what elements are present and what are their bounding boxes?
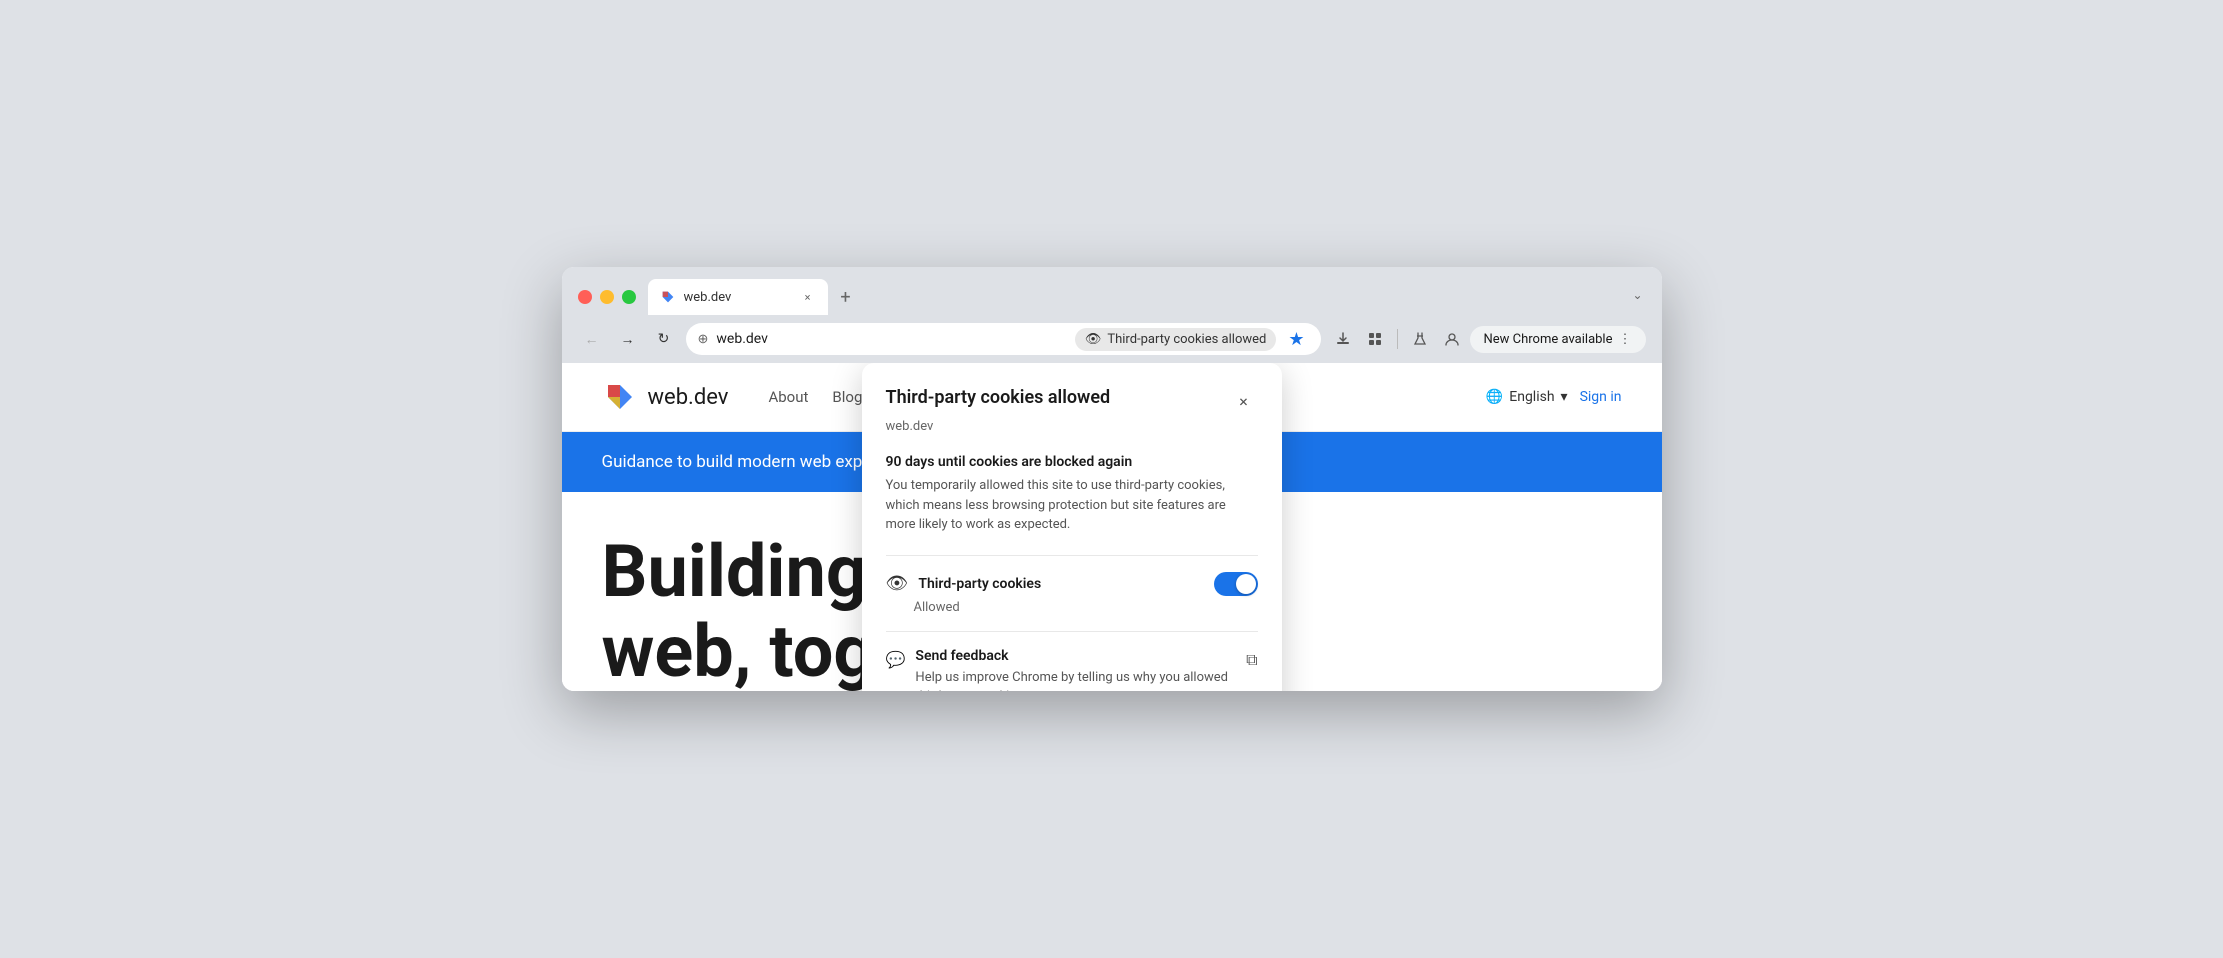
nav-blog[interactable]: Blog [832, 388, 862, 406]
popup-header: Third-party cookies allowed × [886, 387, 1258, 415]
feedback-row: 💬 Send feedback Help us improve Chrome b… [886, 648, 1258, 691]
maximize-window-button[interactable] [622, 290, 636, 304]
tab-favicon [660, 289, 676, 305]
sign-in-button[interactable]: Sign in [1580, 389, 1622, 405]
extensions-button[interactable] [1361, 325, 1389, 353]
close-window-button[interactable] [578, 290, 592, 304]
feedback-text: Help us improve Chrome by telling us why… [915, 668, 1246, 691]
language-button[interactable]: 🌐 English ▾ [1486, 389, 1568, 405]
language-label: English [1509, 389, 1554, 405]
address-bar[interactable]: ⊕ web.dev 👁 Third-party cookies allowed … [686, 323, 1321, 355]
back-button[interactable]: ← [578, 325, 606, 353]
nav-about[interactable]: About [768, 388, 808, 406]
browser-menu-chevron[interactable]: ⌄ [1630, 287, 1646, 303]
labs-button[interactable] [1406, 325, 1434, 353]
download-button[interactable] [1329, 325, 1357, 353]
toggle-sublabel: Allowed [914, 600, 1258, 615]
feedback-chat-icon: 💬 [886, 650, 906, 669]
cookies-badge-button[interactable]: 👁 Third-party cookies allowed [1075, 328, 1277, 351]
popup-domain: web.dev [886, 419, 1258, 434]
globe-icon: 🌐 [1486, 389, 1503, 405]
nav-right-controls: New Chrome available ⋮ [1329, 325, 1646, 353]
browser-window: web.dev × + ⌄ ← → ↻ ⊕ web.dev 👁 Third-pa… [562, 267, 1662, 690]
site-name: web.dev [648, 385, 729, 410]
feedback-external-link-icon[interactable]: ⧉ [1246, 650, 1257, 670]
site-logo[interactable]: web.dev [602, 379, 729, 415]
feedback-title: Send feedback [915, 648, 1246, 664]
eye-icon: 👁 [1085, 332, 1102, 347]
new-chrome-button[interactable]: New Chrome available ⋮ [1470, 326, 1646, 353]
refresh-button[interactable]: ↻ [650, 325, 678, 353]
profile-button[interactable] [1438, 325, 1466, 353]
popup-divider-2 [886, 631, 1258, 632]
popup-warning-title: 90 days until cookies are blocked again [886, 454, 1258, 470]
cookies-toggle-switch[interactable] [1214, 572, 1258, 596]
popup-divider-1 [886, 555, 1258, 556]
new-tab-button[interactable]: + [832, 283, 860, 311]
cookies-eye-icon: 👁 [886, 573, 909, 594]
toggle-label: Third-party cookies [918, 576, 1041, 592]
feedback-content: Send feedback Help us improve Chrome by … [915, 648, 1246, 691]
traffic-lights [578, 290, 636, 304]
lang-chevron-icon: ▾ [1561, 389, 1568, 405]
toggle-section: 👁 Third-party cookies Allowed [886, 572, 1258, 615]
address-text: web.dev [716, 331, 1066, 347]
tab-title: web.dev [684, 290, 792, 305]
more-options-icon: ⋮ [1619, 332, 1632, 347]
cookies-popup: Third-party cookies allowed × web.dev 90… [862, 363, 1282, 690]
nav-separator [1397, 329, 1398, 349]
bookmark-button[interactable]: ★ [1284, 325, 1308, 354]
toggle-knob [1236, 574, 1256, 594]
popup-warning: 90 days until cookies are blocked again … [886, 454, 1258, 535]
webdev-logo-icon [602, 379, 638, 415]
title-bar: web.dev × + ⌄ [562, 267, 1662, 315]
popup-close-button[interactable]: × [1230, 387, 1258, 415]
toggle-left: 👁 Third-party cookies [886, 573, 1042, 594]
nav-bar: ← → ↻ ⊕ web.dev 👁 Third-party cookies al… [562, 315, 1662, 363]
header-right: 🌐 English ▾ Sign in [1486, 389, 1622, 405]
toggle-row: 👁 Third-party cookies [886, 572, 1258, 596]
minimize-window-button[interactable] [600, 290, 614, 304]
page-content: web.dev About Blog 🌐 English ▾ Sign in G… [562, 363, 1662, 690]
tab-close-button[interactable]: × [800, 289, 816, 305]
new-chrome-label: New Chrome available [1484, 332, 1613, 347]
forward-button[interactable]: → [614, 325, 642, 353]
address-secure-icon: ⊕ [698, 332, 709, 347]
popup-title: Third-party cookies allowed [886, 387, 1111, 408]
active-tab[interactable]: web.dev × [648, 279, 828, 315]
popup-warning-text: You temporarily allowed this site to use… [886, 476, 1258, 535]
tab-bar: web.dev × + [648, 279, 1618, 315]
feedback-left: 💬 Send feedback Help us improve Chrome b… [886, 648, 1247, 691]
cookies-badge-label: Third-party cookies allowed [1107, 332, 1266, 347]
